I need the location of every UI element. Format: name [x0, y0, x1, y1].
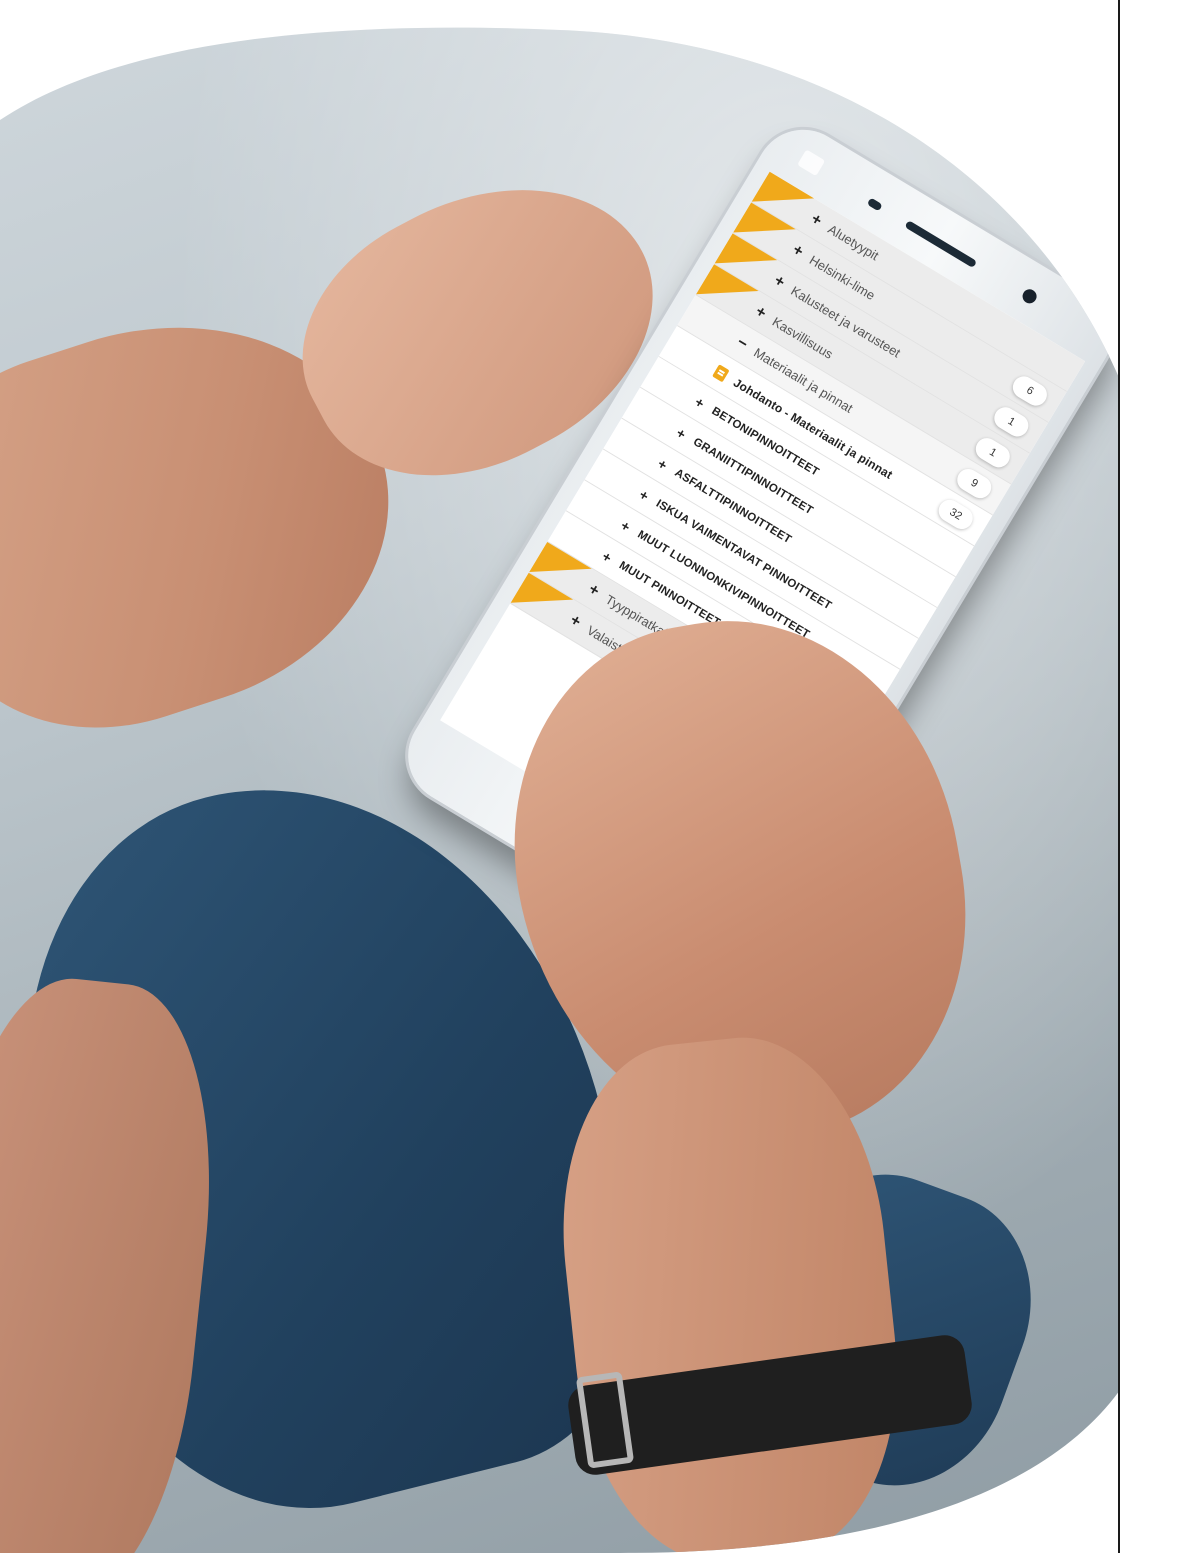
expand-icon[interactable]: + — [653, 453, 673, 474]
expand-icon[interactable]: + — [597, 546, 617, 567]
document-icon — [712, 364, 729, 382]
collapse-icon[interactable]: − — [732, 332, 753, 355]
expand-icon[interactable]: + — [806, 209, 827, 232]
expand-icon[interactable]: + — [750, 301, 771, 324]
expand-icon[interactable]: + — [565, 610, 586, 633]
vertical-divider — [1118, 0, 1120, 1553]
photo-blob: + Aluetyypit + Helsinki-lime 6 + Kaluste… — [0, 0, 1120, 1553]
expand-icon[interactable]: + — [787, 240, 808, 263]
expand-icon[interactable]: + — [616, 515, 636, 536]
expand-icon[interactable]: + — [583, 579, 604, 602]
expand-icon[interactable]: + — [634, 484, 654, 505]
expand-icon[interactable]: + — [690, 392, 710, 413]
expand-icon[interactable]: + — [671, 423, 691, 444]
expand-icon[interactable]: + — [769, 271, 790, 294]
